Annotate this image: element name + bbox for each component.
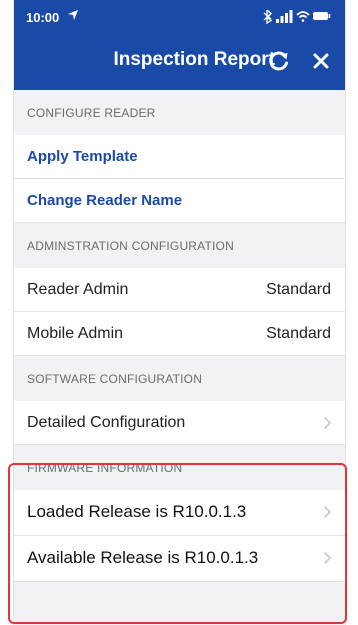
reader-admin-row[interactable]: Reader Admin Standard	[14, 268, 345, 312]
detailed-configuration-row[interactable]: Detailed Configuration	[14, 401, 345, 445]
section-header-administration: ADMINSTRATION CONFIGURATION	[27, 239, 234, 253]
reader-admin-label: Reader Admin	[27, 281, 129, 298]
phone-screen: 10:00 Inspection Report CONFIGURE READER…	[13, 0, 346, 625]
mobile-admin-row[interactable]: Mobile Admin Standard	[14, 312, 345, 356]
settings-list: CONFIGURE READER Apply Template Change R…	[14, 90, 345, 582]
loaded-release-row[interactable]: Loaded Release is R10.0.1.3	[14, 490, 345, 536]
refresh-button[interactable]	[265, 47, 293, 75]
status-icons	[263, 9, 331, 24]
location-arrow-icon	[68, 10, 78, 20]
wifi-icon	[296, 11, 310, 22]
chevron-right-icon	[323, 551, 332, 565]
close-button[interactable]	[307, 47, 335, 75]
mobile-admin-value: Standard	[266, 325, 331, 342]
mobile-admin-label: Mobile Admin	[27, 325, 124, 342]
page-title: Inspection Report	[113, 49, 275, 70]
detailed-configuration-label: Detailed Configuration	[27, 414, 186, 431]
available-release-label: Available Release is R10.0.1.3	[27, 548, 259, 567]
section-header-firmware: FIRMWARE INFORMATION	[27, 461, 183, 475]
navigation-bar: Inspection Report	[14, 38, 345, 90]
loaded-release-label: Loaded Release is R10.0.1.3	[27, 502, 247, 521]
apply-template-label: Apply Template	[27, 148, 138, 165]
section-header-software: SOFTWARE CONFIGURATION	[27, 372, 203, 386]
battery-icon	[313, 12, 331, 20]
status-bar: 10:00	[14, 0, 345, 38]
chevron-right-icon	[323, 505, 332, 519]
reader-admin-value: Standard	[266, 281, 331, 298]
close-icon	[313, 53, 329, 69]
change-reader-name-label: Change Reader Name	[27, 192, 183, 209]
change-reader-name-link[interactable]: Change Reader Name	[14, 179, 345, 223]
signal-icon	[276, 10, 293, 23]
bluetooth-icon	[263, 9, 273, 24]
apply-template-link[interactable]: Apply Template	[14, 135, 345, 179]
top-bar: 10:00 Inspection Report	[14, 0, 345, 90]
chevron-right-icon	[323, 416, 332, 430]
available-release-row[interactable]: Available Release is R10.0.1.3	[14, 536, 345, 582]
section-header-configure-reader: CONFIGURE READER	[27, 106, 156, 120]
refresh-icon	[269, 51, 288, 71]
status-time: 10:00	[26, 10, 60, 25]
